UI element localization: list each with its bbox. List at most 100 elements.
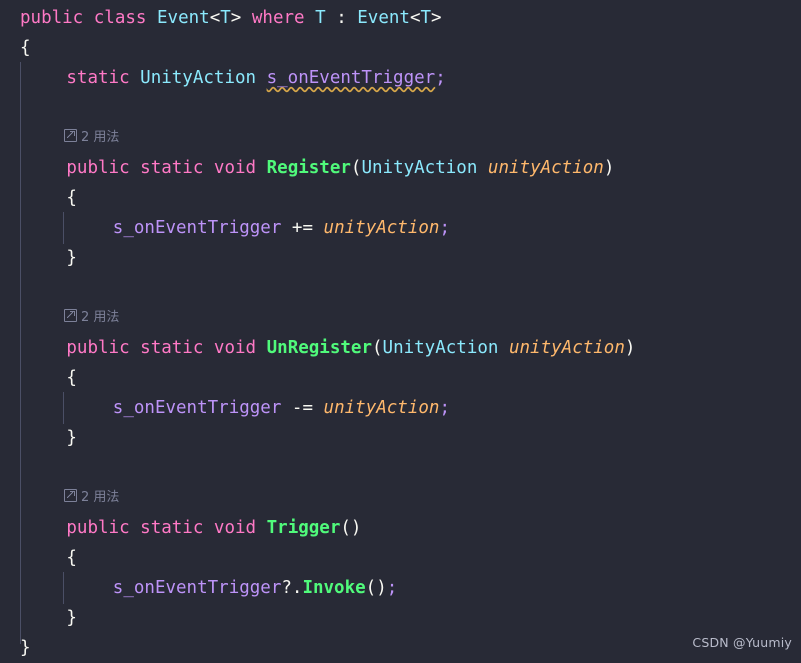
token-type: Event (357, 8, 410, 28)
token-fn: UnRegister (266, 338, 372, 358)
code-line[interactable]: s_onEventTrigger -= unityAction; (0, 393, 801, 423)
codelens-usages-17[interactable]: 2 用法 (0, 483, 801, 513)
token-punc: ) (624, 338, 636, 358)
token-punc: : (325, 8, 358, 28)
code-line[interactable]: s_onEventTrigger?.Invoke(); (0, 573, 801, 603)
token-punc: () (365, 578, 387, 598)
token-punc: } (66, 248, 77, 268)
token-punc (203, 338, 214, 358)
token-param: unityAction (323, 398, 440, 418)
code-line[interactable]: } (0, 423, 801, 453)
token-punc (477, 158, 488, 178)
token-kw: public (66, 338, 130, 358)
token-kw: class (93, 8, 147, 28)
token-kw: void (213, 338, 257, 358)
token-punc: { (66, 188, 77, 208)
token-param: unityAction (508, 338, 625, 358)
code-line[interactable]: { (0, 543, 801, 573)
token-type: T (220, 8, 231, 28)
token-punc: { (66, 368, 77, 388)
token-punc: } (66, 428, 77, 448)
token-type: T (420, 8, 432, 28)
token-type: UnityAction (361, 158, 478, 178)
token-field: s_onEventTrigger (266, 68, 436, 88)
codelens-count: 2 (81, 130, 90, 145)
code-line[interactable]: static UnityAction s_onEventTrigger; (0, 63, 801, 93)
codelens-label: 用法 (93, 130, 120, 145)
token-type: T (315, 8, 326, 28)
token-kw: public (66, 158, 130, 178)
token-punc (281, 218, 292, 238)
token-punc: { (20, 38, 31, 58)
token-semi: ; (435, 68, 446, 88)
token-punc: { (66, 548, 77, 568)
code-line[interactable]: } (0, 603, 801, 633)
code-line[interactable]: } (0, 633, 801, 663)
token-punc (313, 218, 324, 238)
token-semi: ; (386, 578, 398, 598)
codelens-usages-5[interactable]: 2 用法 (0, 123, 801, 153)
token-type: Event (157, 8, 210, 28)
code-editor-view[interactable]: public class Event<T> where T : Event<T>… (0, 0, 801, 658)
token-kw: static (140, 338, 204, 358)
token-punc: } (66, 608, 77, 628)
token-field: s_onEventTrigger (112, 578, 282, 598)
token-type: UnityAction (140, 68, 257, 88)
token-field: s_onEventTrigger (112, 398, 282, 418)
token-punc (130, 518, 141, 538)
code-line[interactable] (0, 93, 801, 123)
token-field: s_onEventTrigger (112, 218, 282, 238)
token-kw: void (213, 518, 257, 538)
token-punc (498, 338, 509, 358)
token-punc (83, 8, 94, 28)
token-kw: static (140, 158, 204, 178)
reference-arrow-icon (64, 309, 77, 322)
token-punc (281, 398, 292, 418)
token-kw: void (213, 158, 257, 178)
token-punc (130, 68, 141, 88)
token-fn: Invoke (302, 578, 366, 598)
token-semi: ; (439, 398, 450, 418)
token-punc: < (209, 8, 221, 28)
token-punc (256, 68, 267, 88)
token-punc (256, 518, 267, 538)
code-line[interactable]: { (0, 33, 801, 63)
token-punc: > (230, 8, 242, 28)
token-punc: () (340, 518, 362, 538)
codelens-label: 用法 (93, 490, 120, 505)
token-kw: where (251, 8, 305, 28)
code-line[interactable]: public class Event<T> where T : Event<T> (0, 3, 801, 33)
token-punc: > (431, 8, 442, 28)
token-punc (241, 8, 252, 28)
token-punc (130, 338, 141, 358)
token-kw: public (20, 8, 84, 28)
code-line[interactable]: } (0, 243, 801, 273)
token-kw: static (66, 68, 130, 88)
watermark-label: CSDN @Yuumiy (692, 635, 792, 650)
token-type: UnityAction (382, 338, 499, 358)
code-content[interactable]: public class Event<T> where T : Event<T>… (0, 0, 801, 663)
token-punc (203, 518, 214, 538)
token-param: unityAction (323, 218, 440, 238)
token-punc: ( (350, 158, 362, 178)
token-punc (256, 158, 267, 178)
code-line[interactable]: s_onEventTrigger += unityAction; (0, 213, 801, 243)
reference-arrow-icon (64, 129, 77, 142)
code-line[interactable] (0, 453, 801, 483)
token-param: unityAction (487, 158, 604, 178)
token-punc (256, 338, 267, 358)
code-line[interactable]: public static void Trigger() (0, 513, 801, 543)
codelens-usages-11[interactable]: 2 用法 (0, 303, 801, 333)
token-punc: -= (291, 398, 313, 418)
code-line[interactable]: public static void Register(UnityAction … (0, 153, 801, 183)
code-line[interactable]: { (0, 363, 801, 393)
token-kw: static (140, 518, 204, 538)
code-line[interactable]: public static void UnRegister(UnityActio… (0, 333, 801, 363)
code-line[interactable]: { (0, 183, 801, 213)
code-line[interactable] (0, 273, 801, 303)
token-punc: += (291, 218, 313, 238)
token-punc (146, 8, 157, 28)
token-semi: ; (439, 218, 450, 238)
token-punc: ) (603, 158, 615, 178)
token-punc (305, 8, 316, 28)
